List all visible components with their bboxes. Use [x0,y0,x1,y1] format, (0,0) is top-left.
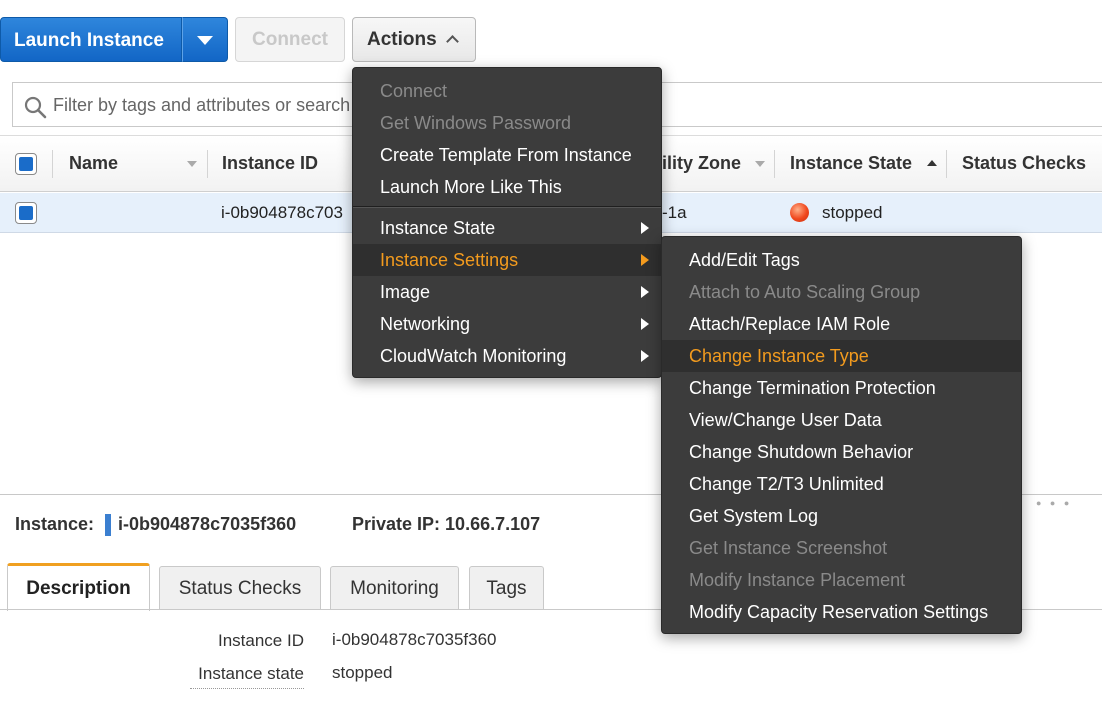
instance-id-value: i-0b904878c7035f360 [118,514,297,534]
stopped-status-icon [790,203,809,222]
tab-description[interactable]: Description [7,563,150,611]
menu-item-label: Networking [380,314,471,334]
menu-item-label: Image [380,282,431,302]
launch-instance-dropdown-button[interactable] [182,17,228,62]
menu-item-get-windows-password[interactable]: Get Windows Password [353,107,661,139]
menu-item-connect[interactable]: Connect [353,75,661,107]
tab-status-checks[interactable]: Status Checks [159,566,321,610]
sort-ascending-icon[interactable] [927,160,937,166]
menu-item-modify-capacity-reservation[interactable]: Modify Capacity Reservation Settings [662,596,1021,628]
instance-marker [105,514,111,536]
menu-item-attach-auto-scaling[interactable]: Attach to Auto Scaling Group [662,276,1021,308]
actions-button[interactable]: Actions [352,17,476,62]
row-instance-state: stopped [822,203,883,222]
chevron-right-icon [641,350,649,362]
actions-menu: Connect Get Windows Password Create Temp… [352,67,662,378]
private-ip: Private IP: 10.66.7.107 [352,514,541,534]
instance-label: Instance: [15,514,95,534]
menu-item-instance-settings[interactable]: Instance Settings [353,244,661,276]
menu-item-cloudwatch-monitoring[interactable]: CloudWatch Monitoring [353,340,661,372]
menu-item-attach-replace-iam-role[interactable]: Attach/Replace IAM Role [662,308,1021,340]
menu-item-change-shutdown-behavior[interactable]: Change Shutdown Behavior [662,436,1021,468]
column-header-status-checks[interactable]: Status Checks [962,153,1086,174]
menu-item-change-t2-t3-unlimited[interactable]: Change T2/T3 Unlimited [662,468,1021,500]
menu-separator [353,206,661,208]
menu-item-networking[interactable]: Networking [353,308,661,340]
row-checkbox[interactable] [15,202,37,224]
dotted-underline [190,688,304,689]
menu-item-get-instance-screenshot[interactable]: Get Instance Screenshot [662,532,1021,564]
menu-item-image[interactable]: Image [353,276,661,308]
sort-icon[interactable] [187,161,197,167]
resize-handle-icon[interactable]: ● ● ● [1036,498,1072,508]
column-header-availability-zone[interactable]: ility Zone [662,153,741,174]
launch-instance-button[interactable]: Launch Instance [0,17,182,62]
column-header-instance-id[interactable]: Instance ID [222,153,318,174]
row-availability-zone: -1a [662,203,687,222]
chevron-up-icon [446,35,459,48]
menu-item-change-termination-protection[interactable]: Change Termination Protection [662,372,1021,404]
filter-placeholder: Filter by tags and attributes or search [53,95,351,115]
chevron-right-icon [641,254,649,266]
menu-item-change-instance-type[interactable]: Change Instance Type [662,340,1021,372]
menu-item-label: CloudWatch Monitoring [380,346,567,366]
chevron-right-icon [641,286,649,298]
tab-monitoring[interactable]: Monitoring [330,566,459,610]
row-instance-id: i-0b904878c703 [221,203,343,222]
select-all-checkbox[interactable] [15,153,37,175]
menu-item-label: Instance State [380,218,496,238]
connect-button[interactable]: Connect [235,17,345,62]
chevron-right-icon [641,222,649,234]
menu-item-create-template[interactable]: Create Template From Instance [353,139,661,171]
sort-icon[interactable] [755,161,765,167]
column-header-instance-state[interactable]: Instance State [790,153,912,174]
column-header-name[interactable]: Name [69,153,118,174]
field-value-instance-id: i-0b904878c7035f360 [332,630,497,649]
field-label-instance-id: Instance ID [218,631,304,650]
actions-label: Actions [367,29,437,50]
search-icon [24,96,47,119]
chevron-right-icon [641,318,649,330]
menu-item-add-edit-tags[interactable]: Add/Edit Tags [662,244,1021,276]
field-value-instance-state: stopped [332,663,393,682]
menu-item-view-change-user-data[interactable]: View/Change User Data [662,404,1021,436]
menu-item-instance-state[interactable]: Instance State [353,212,661,244]
menu-item-label: Instance Settings [380,250,519,270]
menu-item-launch-more-like-this[interactable]: Launch More Like This [353,171,661,203]
caret-down-icon [197,36,213,45]
tab-tags[interactable]: Tags [469,566,544,610]
menu-item-modify-instance-placement[interactable]: Modify Instance Placement [662,564,1021,596]
field-label-instance-state: Instance state [198,664,304,683]
menu-item-get-system-log[interactable]: Get System Log [662,500,1021,532]
instance-settings-submenu: Add/Edit Tags Attach to Auto Scaling Gro… [661,236,1022,634]
